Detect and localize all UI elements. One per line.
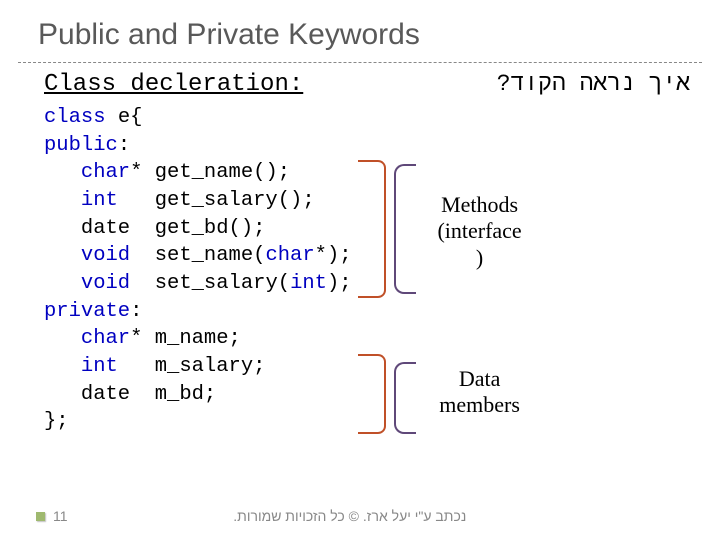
code-text	[44, 272, 81, 295]
code-text: m_salary;	[118, 355, 266, 378]
kw-class: class	[44, 106, 106, 129]
kw-public: public	[44, 134, 118, 157]
code-block: class e{ public: char* get_name(); int g…	[44, 104, 352, 436]
code-text: * m_name;	[130, 327, 241, 350]
code-text: get_salary();	[118, 189, 315, 212]
kw-void: void	[81, 244, 130, 267]
kw-int: int	[81, 355, 118, 378]
code-text	[44, 244, 81, 267]
main-content: class e{ public: char* get_name(); int g…	[0, 104, 720, 436]
kw-char: char	[81, 327, 130, 350]
hebrew-question: איך נראה הקוד?	[497, 71, 690, 97]
bracket-data	[358, 354, 386, 434]
code-text: * get_name();	[130, 161, 290, 184]
code-text: );	[327, 272, 352, 295]
brackets-column	[352, 104, 412, 436]
class-declaration-heading: Class decleration:	[44, 71, 303, 98]
code-text: set_name(	[130, 244, 265, 267]
code-text	[44, 189, 81, 212]
page-indicator: 11	[36, 508, 68, 524]
code-text: *);	[315, 244, 352, 267]
label-methods: Methods (interface )	[420, 192, 540, 271]
code-text	[44, 327, 81, 350]
kw-int: int	[81, 189, 118, 212]
code-text	[44, 161, 81, 184]
copyright-text: נכתב ע"י יעל ארז. © כל הזכויות שמורות.	[68, 508, 692, 524]
kw-void: void	[81, 272, 130, 295]
code-text: :	[130, 300, 142, 323]
code-text: date m_bd;	[44, 383, 216, 406]
code-text: e{	[106, 106, 143, 129]
kw-int: int	[290, 272, 327, 295]
divider	[18, 62, 702, 63]
footer: 11 נכתב ע"י יעל ארז. © כל הזכויות שמורות…	[0, 508, 720, 524]
label-data: Data members	[420, 366, 540, 419]
code-text: };	[44, 410, 69, 433]
kw-char: char	[265, 244, 314, 267]
code-text: :	[118, 134, 130, 157]
bracket-methods	[358, 160, 386, 298]
page-number: 11	[53, 508, 68, 524]
bullet-icon	[36, 512, 45, 521]
subheading-row: Class decleration: איך נראה הקוד?	[0, 71, 720, 104]
slide-title: Public and Private Keywords	[0, 0, 720, 62]
code-text	[44, 355, 81, 378]
kw-char: char	[81, 161, 130, 184]
labels-column: Methods (interface ) Data members	[412, 104, 612, 436]
kw-private: private	[44, 300, 130, 323]
code-text: date get_bd();	[44, 217, 265, 240]
code-text: set_salary(	[130, 272, 290, 295]
